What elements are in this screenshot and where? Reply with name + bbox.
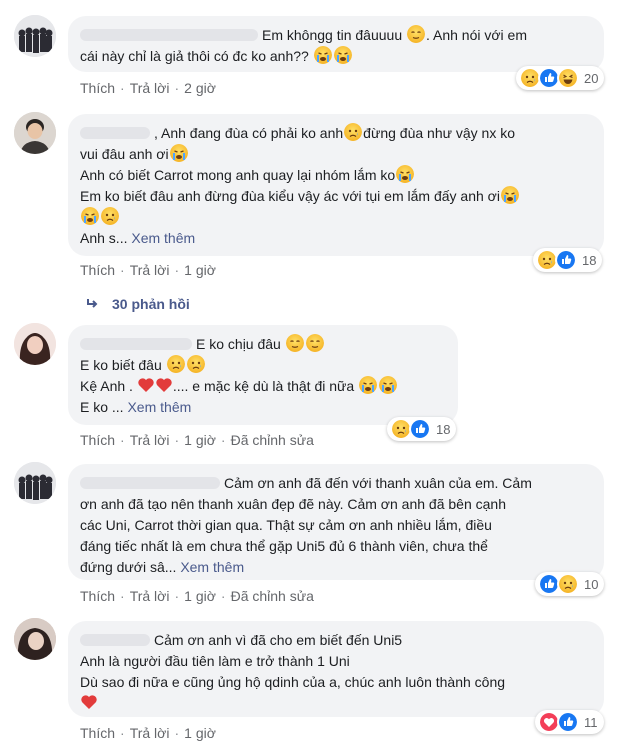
sad-emoji: [166, 355, 185, 373]
comment-text: đáng tiếc nhất là em chưa thể gặp Uni5 đ…: [80, 538, 488, 554]
like-link[interactable]: Thích: [80, 262, 115, 278]
timestamp[interactable]: 1 giờ: [184, 725, 216, 741]
heart-emoji: [138, 378, 154, 392]
comment-actions: Thích · Trả lời · 1 giờ: [80, 262, 216, 278]
comment-text: Dù sao đi nữa e cũng ủng hộ qdinh của a,…: [80, 674, 506, 690]
reply-arrow-icon: [87, 299, 98, 308]
see-more-link[interactable]: Xem thêm: [127, 399, 191, 415]
crying-emoji: [359, 376, 378, 394]
sad-emoji: [101, 207, 119, 225]
crying-emoji: [313, 46, 332, 64]
reaction-count: 18: [436, 421, 451, 437]
crying-emoji: [333, 46, 352, 64]
haha-reaction: [557, 67, 579, 89]
comment-text: E ko ...: [80, 399, 128, 415]
relieved-emoji: [285, 334, 304, 352]
avatar[interactable]: [14, 462, 56, 504]
comment-actions: Thích · Trả lời · 1 giờ · Đã chỉnh sửa: [80, 588, 314, 604]
timestamp[interactable]: 1 giờ: [184, 262, 216, 278]
comment-text: Anh s...: [80, 230, 132, 246]
comment-text: các Uni, Carrot thời gian qua. Thật sự c…: [80, 517, 492, 533]
comment-text: cái này chỉ là giả thôi có đc ko anh??: [80, 48, 309, 64]
reaction-count: 20: [584, 70, 599, 86]
comment-text: đừng đùa như vậy nx ko: [363, 125, 516, 141]
reaction-summary[interactable]: 18: [387, 417, 457, 441]
blurred-author-name: [80, 127, 150, 139]
reply-link[interactable]: Trả lời: [130, 432, 170, 448]
comment-text: ơn anh đã tạo nên thanh xuân đẹp đẽ này.…: [80, 496, 506, 512]
comment-text: vui đâu anh ơi: [80, 146, 169, 162]
crying-emoji: [169, 144, 188, 162]
like-link[interactable]: Thích: [80, 80, 115, 96]
view-replies-link[interactable]: 30 phản hồi: [86, 296, 190, 312]
comment-bubble: Cảm ơn anh đã đến với thanh xuân của em.…: [68, 464, 604, 580]
reply-link[interactable]: Trả lời: [130, 80, 170, 96]
relieved-emoji: [305, 334, 324, 352]
crying-emoji: [500, 186, 519, 204]
see-more-link[interactable]: Xem thêm: [180, 559, 244, 575]
blurred-author-name: [80, 29, 258, 41]
replies-count: 30 phản hồi: [112, 296, 190, 312]
comment-text: E ko biết đâu: [80, 357, 162, 373]
comment-bubble: , Anh đang đùa có phải ko anh đừng đùa nh…: [68, 114, 604, 256]
sad-emoji: [344, 123, 363, 141]
avatar[interactable]: [14, 323, 56, 365]
comment-text: Cảm ơn anh vì đã cho em biết đến Uni5: [154, 632, 403, 648]
comment-text: E ko chịu đâu: [196, 336, 281, 352]
avatar[interactable]: [14, 618, 56, 660]
comment-bubble: Cảm ơn anh vì đã cho em biết đến Uni5 An…: [68, 621, 604, 717]
like-reaction: [555, 249, 577, 271]
heart-emoji: [156, 378, 172, 392]
comment-text: .... e mặc kệ dù là thật đi nữa: [172, 378, 355, 394]
reaction-summary[interactable]: 11: [535, 710, 604, 734]
reply-link[interactable]: Trả lời: [130, 725, 170, 741]
relieved-emoji: [407, 25, 425, 43]
comment-text: . Anh nói với em: [426, 27, 528, 43]
blurred-author-name: [80, 634, 150, 646]
crying-emoji: [396, 165, 415, 183]
crying-emoji: [81, 207, 99, 225]
comment-text: , Anh đang đùa có phải ko anh: [154, 125, 344, 141]
reaction-count: 11: [584, 714, 598, 730]
comment-text: Anh có biết Carrot mong anh quay lại nhó…: [80, 167, 396, 183]
timestamp[interactable]: 1 giờ: [184, 588, 216, 604]
reply-link[interactable]: Trả lời: [130, 588, 170, 604]
heart-emoji: [81, 695, 97, 709]
like-link[interactable]: Thích: [80, 432, 115, 448]
sad-emoji: [186, 355, 205, 373]
comment-actions: Thích · Trả lời · 2 giờ: [80, 80, 216, 96]
comment-text: Kệ Anh .: [80, 378, 133, 394]
reaction-summary[interactable]: 20: [516, 66, 605, 90]
comment-text: Anh là người đầu tiên làm e trở thành 1 …: [80, 653, 350, 669]
comment-bubble: E ko chịu đâu E ko biết đâu Kệ Anh . ...…: [68, 325, 458, 425]
timestamp[interactable]: 1 giờ: [184, 432, 216, 448]
blurred-author-name: [80, 477, 220, 489]
see-more-link[interactable]: Xem thêm: [131, 230, 195, 246]
comment-text: Cảm ơn anh đã đến với thanh xuân của em.…: [224, 475, 532, 491]
reaction-summary[interactable]: 18: [533, 248, 603, 272]
reaction-count: 10: [584, 576, 599, 592]
timestamp[interactable]: 2 giờ: [184, 80, 216, 96]
edited-label[interactable]: Đã chỉnh sửa: [231, 432, 314, 448]
like-reaction: [557, 711, 579, 733]
like-link[interactable]: Thích: [80, 725, 115, 741]
comment-actions: Thích · Trả lời · 1 giờ: [80, 725, 216, 741]
comment-text: Em khôngg tin đâuuuu: [262, 27, 403, 43]
edited-label[interactable]: Đã chỉnh sửa: [231, 588, 314, 604]
comment-bubble: Em khôngg tin đâuuuu . Anh nói với em cá…: [68, 16, 604, 72]
blurred-author-name: [80, 338, 192, 350]
sad-reaction: [557, 573, 579, 595]
reply-link[interactable]: Trả lời: [130, 262, 170, 278]
reaction-count: 18: [582, 252, 597, 268]
like-reaction: [409, 418, 431, 440]
like-link[interactable]: Thích: [80, 588, 115, 604]
reaction-summary[interactable]: 10: [535, 572, 605, 596]
comment-text: đứng dưới sâ...: [80, 559, 181, 575]
avatar[interactable]: [14, 15, 56, 57]
crying-emoji: [379, 376, 398, 394]
avatar[interactable]: [14, 112, 56, 154]
comment-actions: Thích · Trả lời · 1 giờ · Đã chỉnh sửa: [80, 432, 314, 448]
comment-text: Em ko biết đâu anh đừng đùa kiểu vậy ác …: [80, 188, 500, 204]
